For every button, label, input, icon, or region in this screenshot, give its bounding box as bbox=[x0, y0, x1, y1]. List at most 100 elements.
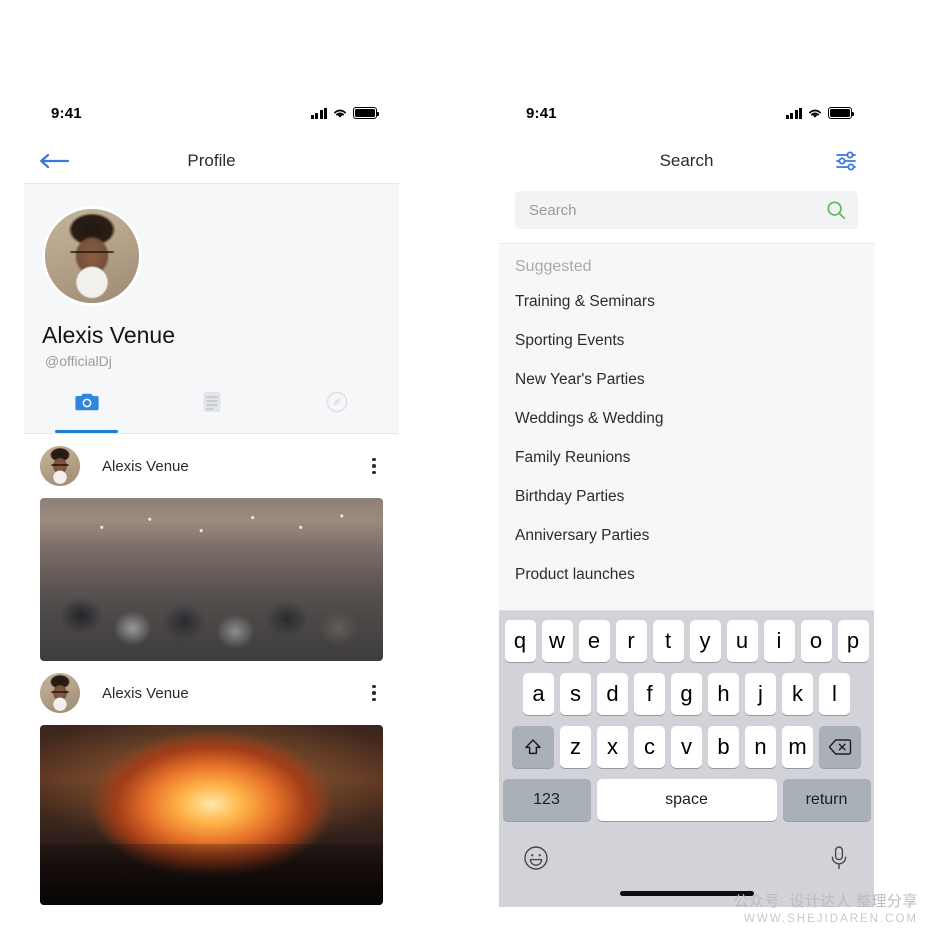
wifi-icon bbox=[334, 109, 346, 118]
nav-bar-left: Profile bbox=[24, 139, 399, 183]
search-bar-container: Search bbox=[499, 183, 874, 243]
post-image[interactable] bbox=[40, 725, 383, 905]
key-z[interactable]: z bbox=[560, 726, 591, 768]
status-time: 9:41 bbox=[51, 105, 82, 122]
key-s[interactable]: s bbox=[560, 673, 591, 715]
key-e[interactable]: e bbox=[578, 620, 610, 662]
key-c[interactable]: c bbox=[634, 726, 665, 768]
key-g[interactable]: g bbox=[671, 673, 702, 715]
post-header: Alexis Venue bbox=[24, 434, 399, 498]
key-h[interactable]: h bbox=[708, 673, 739, 715]
nav-bar-right: Search bbox=[499, 139, 874, 183]
tab-posts[interactable] bbox=[149, 387, 274, 433]
key-d[interactable]: d bbox=[597, 673, 628, 715]
compass-icon bbox=[325, 391, 348, 413]
suggestion-item[interactable]: Family Reunions bbox=[499, 438, 874, 477]
suggestion-item[interactable]: Product launches bbox=[499, 555, 874, 594]
key-x[interactable]: x bbox=[597, 726, 628, 768]
battery-icon bbox=[353, 107, 379, 119]
sliders-filter-icon[interactable] bbox=[834, 149, 858, 173]
key-m[interactable]: m bbox=[782, 726, 813, 768]
page-title: Profile bbox=[187, 151, 236, 170]
key-u[interactable]: u bbox=[726, 620, 758, 662]
more-vertical-icon[interactable] bbox=[363, 455, 385, 477]
home-indicator bbox=[619, 891, 754, 896]
status-icons bbox=[310, 107, 379, 119]
camera-icon bbox=[74, 393, 99, 411]
keyboard-row-3: z x c v b n m bbox=[499, 726, 874, 768]
key-b[interactable]: b bbox=[708, 726, 739, 768]
key-f[interactable]: f bbox=[634, 673, 665, 715]
profile-name: Alexis Venue bbox=[42, 322, 175, 348]
keyboard-bottom-bar bbox=[499, 831, 874, 889]
signal-icon bbox=[785, 107, 802, 119]
list-icon bbox=[203, 392, 220, 412]
microphone-icon[interactable] bbox=[828, 845, 850, 876]
search-input[interactable]: Search bbox=[515, 191, 858, 229]
back-arrow-icon[interactable] bbox=[38, 149, 72, 173]
key-q[interactable]: q bbox=[504, 620, 536, 662]
more-vertical-icon[interactable] bbox=[363, 682, 385, 704]
key-t[interactable]: t bbox=[652, 620, 684, 662]
shift-up-arrow-icon[interactable] bbox=[512, 726, 554, 768]
search-phone-screen: 9:41 Search Search Suggested Training & … bbox=[499, 95, 874, 907]
tab-photos[interactable] bbox=[24, 387, 149, 433]
numbers-key[interactable]: 123 bbox=[502, 779, 591, 821]
post-author-name: Alexis Venue bbox=[102, 457, 189, 475]
suggestion-item[interactable]: Training & Seminars bbox=[499, 282, 874, 321]
keyboard-row-4: 123 space return bbox=[499, 779, 874, 821]
key-w[interactable]: w bbox=[541, 620, 573, 662]
key-n[interactable]: n bbox=[745, 726, 776, 768]
avatar[interactable] bbox=[42, 206, 142, 306]
status-time: 9:41 bbox=[526, 105, 557, 122]
return-key[interactable]: return bbox=[782, 779, 871, 821]
battery-icon bbox=[828, 107, 854, 119]
feed-post: Alexis Venue bbox=[24, 434, 399, 661]
profile-phone-screen: 9:41 Profile Alexis Venue @officialDj Al… bbox=[24, 95, 399, 907]
profile-handle: @officialDj bbox=[45, 353, 112, 369]
profile-header: Alexis Venue @officialDj bbox=[24, 183, 399, 433]
key-y[interactable]: y bbox=[689, 620, 721, 662]
tab-active-indicator bbox=[55, 430, 118, 433]
keyboard-row-2: a s d f g h j k l bbox=[499, 673, 874, 715]
key-j[interactable]: j bbox=[745, 673, 776, 715]
suggestion-item[interactable]: Anniversary Parties bbox=[499, 516, 874, 555]
profile-feed: Alexis Venue Alexis Venue bbox=[24, 433, 399, 905]
key-i[interactable]: i bbox=[763, 620, 795, 662]
status-icons bbox=[785, 107, 854, 119]
key-v[interactable]: v bbox=[671, 726, 702, 768]
signal-icon bbox=[310, 107, 327, 119]
keyboard-row-1: q w e r t y u i o p bbox=[499, 620, 874, 662]
space-key[interactable]: space bbox=[596, 779, 777, 821]
profile-tabs bbox=[24, 387, 399, 433]
wifi-icon bbox=[809, 109, 821, 118]
tab-explore[interactable] bbox=[274, 387, 399, 433]
emoji-smiley-icon[interactable] bbox=[523, 845, 549, 876]
post-header: Alexis Venue bbox=[24, 661, 399, 725]
key-a[interactable]: a bbox=[523, 673, 554, 715]
key-k[interactable]: k bbox=[782, 673, 813, 715]
search-placeholder: Search bbox=[529, 201, 577, 219]
suggestion-item[interactable]: Sporting Events bbox=[499, 321, 874, 360]
status-bar-right: 9:41 bbox=[499, 95, 874, 139]
key-r[interactable]: r bbox=[615, 620, 647, 662]
backspace-delete-icon[interactable] bbox=[819, 726, 861, 768]
key-l[interactable]: l bbox=[819, 673, 850, 715]
suggestion-item[interactable]: Weddings & Wedding bbox=[499, 399, 874, 438]
post-author-name: Alexis Venue bbox=[102, 684, 189, 702]
avatar[interactable] bbox=[40, 446, 80, 486]
status-bar-left: 9:41 bbox=[24, 95, 399, 139]
suggestion-item[interactable]: Birthday Parties bbox=[499, 477, 874, 516]
feed-post: Alexis Venue bbox=[24, 661, 399, 905]
suggested-title: Suggested bbox=[515, 258, 592, 275]
avatar[interactable] bbox=[40, 673, 80, 713]
suggestion-item[interactable]: New Year's Parties bbox=[499, 360, 874, 399]
search-magnifier-icon[interactable] bbox=[826, 200, 846, 220]
key-o[interactable]: o bbox=[800, 620, 832, 662]
watermark-url: WWW.SHEJIDAREN.COM bbox=[744, 912, 918, 925]
page-title: Search bbox=[659, 151, 714, 170]
virtual-keyboard: q w e r t y u i o p a s d f g h j k l z … bbox=[499, 611, 874, 907]
suggested-panel: Suggested Training & Seminars Sporting E… bbox=[499, 243, 874, 611]
post-image[interactable] bbox=[40, 498, 383, 661]
key-p[interactable]: p bbox=[837, 620, 869, 662]
